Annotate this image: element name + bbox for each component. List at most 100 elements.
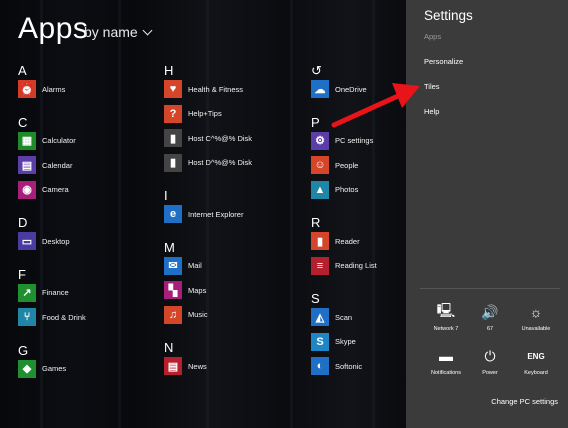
app-tile[interactable]: ◭ Scan xyxy=(311,307,352,327)
internet-explorer-icon: e xyxy=(164,205,182,223)
settings-title: Settings xyxy=(424,8,473,23)
app-tile[interactable]: ▤ News xyxy=(164,356,207,376)
app-tile[interactable]: ☺ People xyxy=(311,155,358,175)
app-tile[interactable]: ♫ Music xyxy=(164,305,208,325)
volume-label: 67 xyxy=(486,326,494,332)
settings-item-apps[interactable]: Apps xyxy=(424,32,441,41)
apps-view: Apps by name A ⏰ Alarms C ▦ Calculator ▤ Calend… xyxy=(0,0,406,428)
volume-button[interactable]: 🔊 67 xyxy=(468,302,512,333)
app-tile[interactable]: ▚ Maps xyxy=(164,280,206,300)
app-label: Host C^%@% Disk xyxy=(188,133,253,143)
keyboard-button[interactable]: ENG Keyboard xyxy=(514,346,558,377)
food-drink-icon: ⑂ xyxy=(18,308,36,326)
alarm-icon: ⏰ xyxy=(18,80,36,98)
calendar-icon: ▤ xyxy=(18,156,36,174)
power-button[interactable]: ⏻ Power xyxy=(468,346,512,377)
app-tile[interactable]: ⑂ Food & Drink xyxy=(18,307,86,327)
app-tile[interactable]: ▦ Calculator xyxy=(18,131,76,151)
app-tile[interactable]: ≡ Reading List xyxy=(311,256,377,276)
app-tile[interactable]: e Internet Explorer xyxy=(164,204,243,224)
change-pc-settings-link[interactable]: Change PC settings xyxy=(491,397,558,406)
group-letter[interactable]: S xyxy=(311,291,320,306)
app-tile[interactable]: ▲ Photos xyxy=(311,180,358,200)
app-label: Scan xyxy=(335,312,353,322)
group-letter[interactable]: R xyxy=(311,215,320,230)
folder-icon: ▮ xyxy=(164,129,182,147)
app-tile[interactable]: ☁ OneDrive xyxy=(311,79,367,99)
group-letter[interactable]: ↺ xyxy=(311,63,322,79)
network-button[interactable]: 🖳 Network 7 xyxy=(424,302,468,332)
app-tile[interactable]: ⏰ Alarms xyxy=(18,79,65,99)
notifications-button[interactable]: ▬ Notifications xyxy=(424,346,468,376)
app-label: Food & Drink xyxy=(42,312,86,322)
group-letter[interactable]: F xyxy=(18,267,26,282)
chevron-down-icon xyxy=(142,25,153,36)
volume-icon: 🔊 xyxy=(481,303,499,320)
app-label: Skype xyxy=(335,337,356,346)
sort-by-dropdown[interactable]: by name xyxy=(84,24,153,40)
settings-item-help[interactable]: Help xyxy=(424,107,439,116)
group-letter[interactable]: A xyxy=(18,63,27,78)
softonic-icon: ◐ xyxy=(311,357,329,375)
app-tile[interactable]: ⚙ PC settings xyxy=(311,131,373,151)
reading-list-icon: ≡ xyxy=(311,256,329,275)
background-stripe xyxy=(290,0,293,428)
settings-item-tiles[interactable]: Tiles xyxy=(424,82,440,91)
power-label: Power xyxy=(482,370,498,376)
app-label: Internet Explorer xyxy=(188,209,244,219)
settings-charm: Settings Apps Personalize Tiles Help 🖳 N… xyxy=(406,0,568,428)
heart-icon: ♥ xyxy=(164,80,182,98)
app-label: Calculator xyxy=(42,136,76,145)
app-tile[interactable]: ? Help+Tips xyxy=(164,104,222,124)
app-tile[interactable]: ✉ Mail xyxy=(164,256,202,276)
keyboard-label: Keyboard xyxy=(524,370,548,376)
app-tile[interactable]: ▭ Desktop xyxy=(18,231,70,251)
app-tile[interactable]: ▤ Calendar xyxy=(18,155,72,175)
app-label: PC settings xyxy=(335,136,374,145)
app-tile[interactable]: ▮ Host D^%@% Disk xyxy=(164,153,252,173)
app-tile[interactable]: ▮ Reader xyxy=(311,231,360,251)
app-label: Desktop xyxy=(42,236,70,246)
group-letter[interactable]: M xyxy=(164,240,175,255)
games-icon: ◆ xyxy=(18,359,36,378)
group-letter[interactable]: D xyxy=(18,215,27,230)
app-tile[interactable]: ♥ Health & Fitness xyxy=(164,79,243,99)
app-label: People xyxy=(335,160,359,170)
news-icon: ▤ xyxy=(164,357,182,375)
app-tile[interactable]: S Skype xyxy=(311,332,356,352)
divider xyxy=(420,288,560,289)
maps-icon: ▚ xyxy=(164,281,182,299)
notifications-icon: ▬ xyxy=(439,348,453,364)
group-letter[interactable]: H xyxy=(164,63,173,78)
background-stripe xyxy=(118,0,121,428)
group-letter[interactable]: C xyxy=(18,115,27,130)
brightness-button[interactable]: ☼ Unavailable xyxy=(514,302,558,332)
group-letter[interactable]: G xyxy=(18,343,28,358)
folder-icon: ▮ xyxy=(164,153,182,172)
app-label: Maps xyxy=(188,285,207,295)
app-label: News xyxy=(188,361,207,371)
gear-icon: ⚙ xyxy=(311,131,329,150)
app-tile[interactable]: ◉ Camera xyxy=(18,180,69,200)
sort-label: by name xyxy=(84,24,138,40)
app-tile[interactable]: ↗ Finance xyxy=(18,283,69,303)
calculator-icon: ▦ xyxy=(18,131,36,150)
group-letter[interactable]: P xyxy=(311,115,320,130)
app-tile[interactable]: ▮ Host C^%@% Disk xyxy=(164,128,252,148)
app-label: Photos xyxy=(335,185,359,194)
power-icon: ⏻ xyxy=(484,347,496,364)
network-label: Network 7 xyxy=(433,326,459,332)
brightness-label: Unavailable xyxy=(521,326,551,332)
apps-title: Apps xyxy=(18,12,89,45)
settings-item-personalize[interactable]: Personalize xyxy=(424,57,463,66)
app-label: Camera xyxy=(42,185,69,194)
desktop-icon: ▭ xyxy=(18,232,36,250)
app-label: Alarms xyxy=(42,84,66,94)
group-letter[interactable]: I xyxy=(164,188,168,203)
app-label: Health & Fitness xyxy=(188,84,244,94)
cloud-icon: ☁ xyxy=(311,80,329,98)
network-icon: 🖳 xyxy=(436,302,456,318)
app-tile[interactable]: ◆ Games xyxy=(18,359,66,379)
group-letter[interactable]: N xyxy=(164,340,173,355)
app-tile[interactable]: ◐ Softonic xyxy=(311,356,362,376)
